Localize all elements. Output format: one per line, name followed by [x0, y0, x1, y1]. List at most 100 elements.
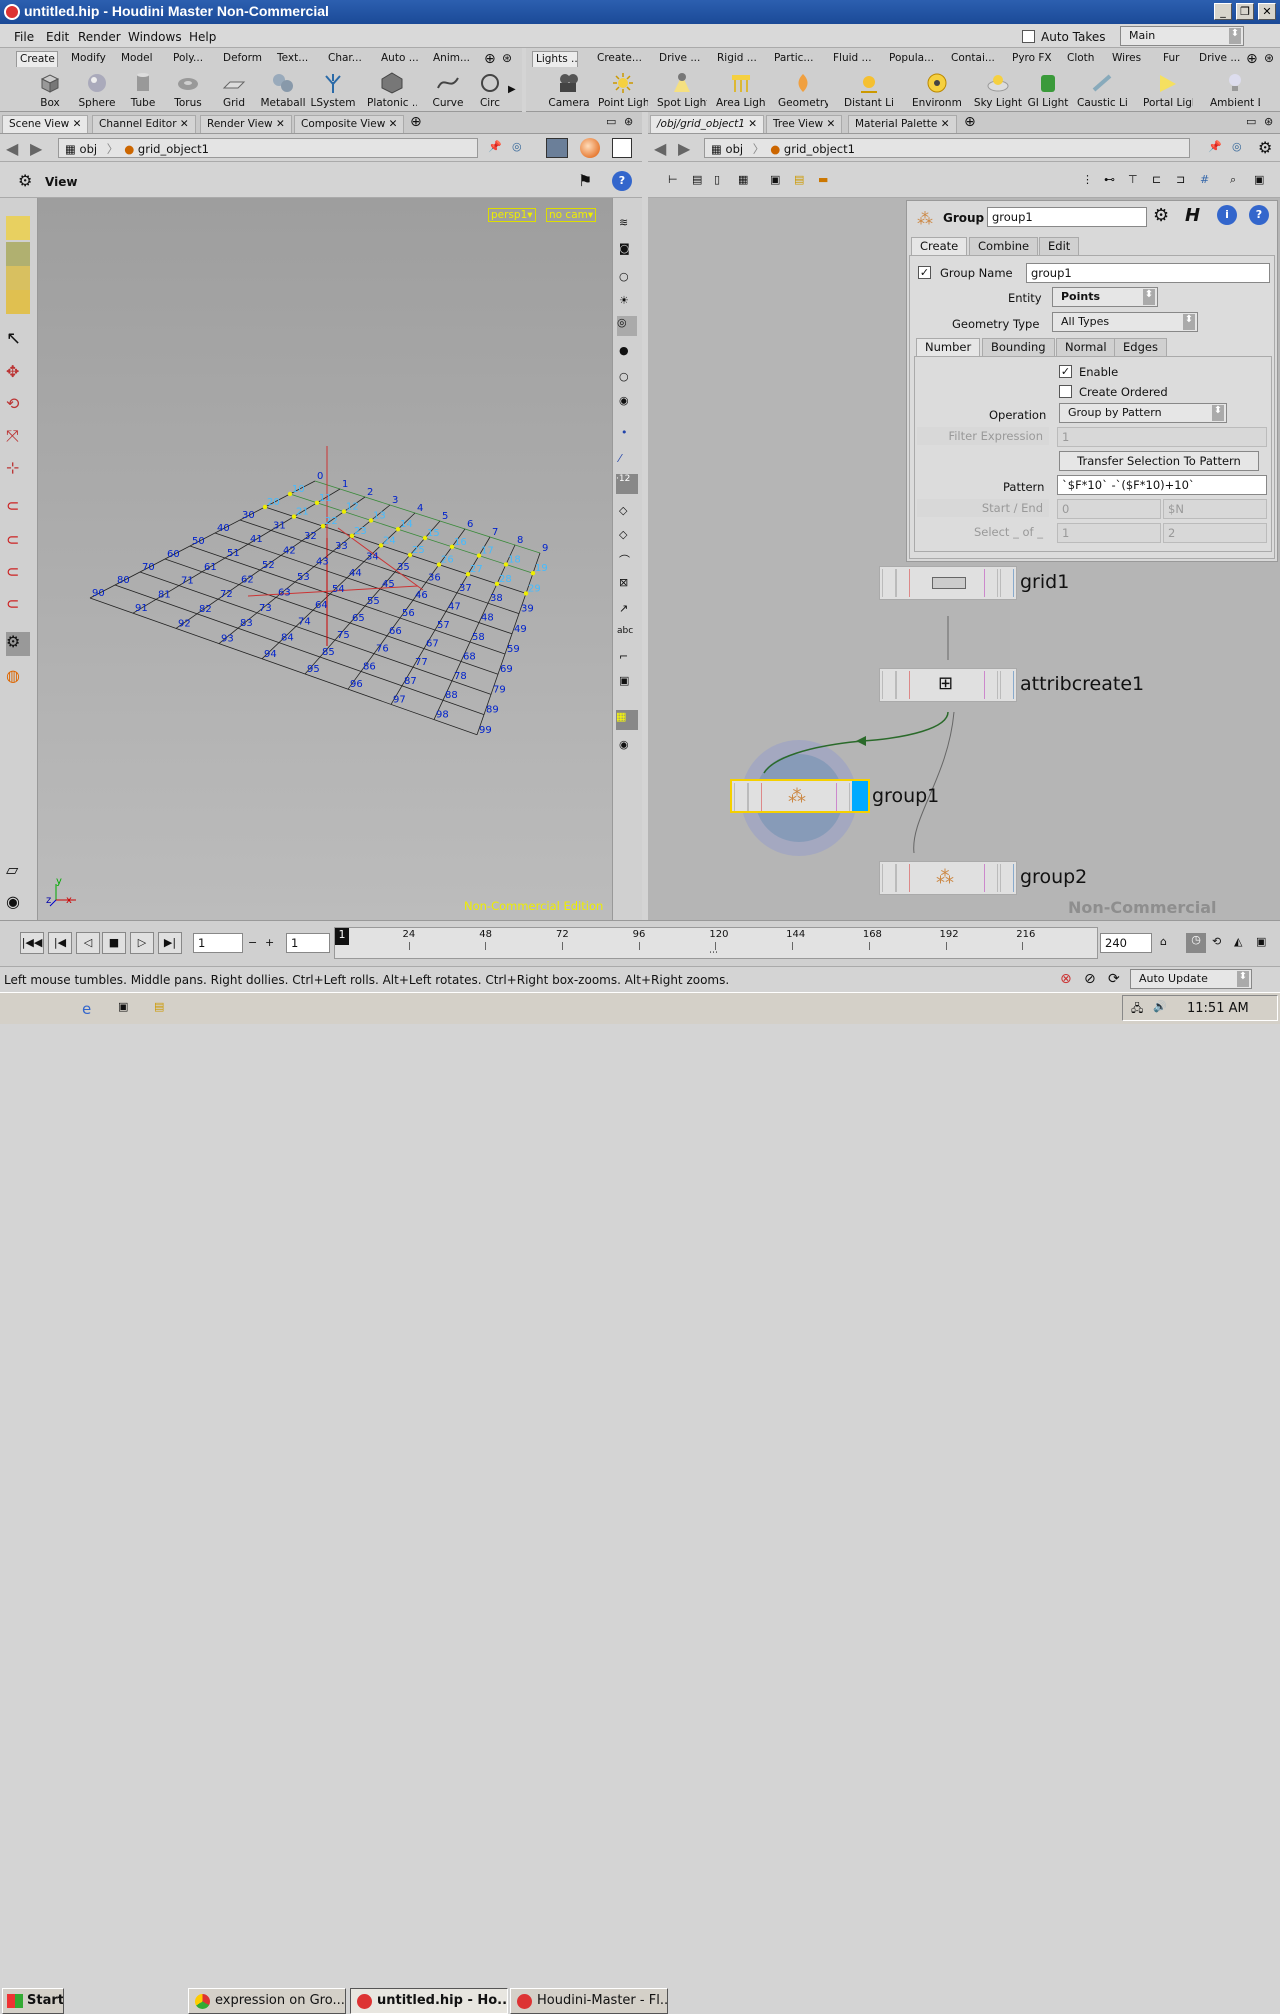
tab-edges[interactable]: Edges [1114, 338, 1167, 356]
forward-icon[interactable]: ▶ [678, 139, 690, 158]
tool-portal-light[interactable]: Portal Light [1143, 72, 1193, 109]
shelf-tab-fur[interactable]: Fur [1160, 51, 1186, 67]
volume-icon[interactable]: 🔊 [1153, 1000, 1167, 1013]
tool-grid[interactable]: Grid [209, 72, 259, 109]
magnet-tool-3-icon[interactable]: ⊂ [6, 562, 30, 586]
tool-distant-light[interactable]: Distant Li... [844, 72, 894, 109]
close-button[interactable]: ✕ [1258, 3, 1276, 20]
error-icon[interactable]: ⊗ [1060, 971, 1072, 987]
page-icon[interactable]: ▯ [714, 173, 720, 186]
display-flag-active[interactable] [852, 781, 868, 811]
stop-button[interactable]: ■ [102, 932, 126, 954]
display-flag[interactable] [1000, 864, 1014, 892]
magnet-tool-1-icon[interactable]: ⊂ [6, 496, 30, 520]
display-image-icon[interactable]: ▣ [619, 674, 629, 687]
back-icon[interactable]: ◀ [6, 139, 18, 158]
pin-icon[interactable]: 📌 [488, 140, 502, 153]
pane-menu-icon[interactable]: ⊛ [1264, 115, 1273, 128]
houdini-h-icon[interactable]: H [1185, 205, 1200, 226]
viewport[interactable]: 0 1 2 3 4 5 6 7 8 9 10 11 12 13 14 15 16 17 18 19 20 21 22 23 24… [38, 198, 612, 920]
transfer-selection-button[interactable]: Transfer Selection To Pattern [1059, 451, 1259, 471]
display-eye2-icon[interactable]: ◉ [619, 738, 629, 751]
audio-icon[interactable]: ⌂ [1160, 935, 1167, 948]
add-tab-icon[interactable]: ⊕ [964, 114, 976, 130]
tool-point-light[interactable]: Point Light [598, 72, 648, 109]
display-points-icon[interactable]: • [621, 426, 628, 439]
tool-ambient-light[interactable]: Ambient L... [1210, 72, 1260, 109]
add-shelf-icon[interactable]: ⊕ [484, 51, 496, 67]
shelf-tab-rigid[interactable]: Rigid ... [714, 51, 758, 67]
template-flag[interactable] [984, 864, 998, 892]
tool-curve[interactable]: Curve [423, 72, 473, 109]
folder-quicklaunch-icon[interactable]: ▤ [154, 1000, 164, 1013]
shelf-menu-icon[interactable]: ⊛ [1264, 51, 1274, 65]
menu-help[interactable]: Help [189, 30, 216, 44]
menu-file[interactable]: File [14, 30, 34, 44]
network-editor[interactable]: ⁂ Group group1 ⚙ H i ? Create Combine Ed… [648, 198, 1280, 936]
tab-scene-view[interactable]: Scene View ✕ [2, 115, 89, 133]
maximize-button[interactable]: ❐ [1236, 3, 1254, 20]
add-shelf-icon[interactable]: ⊕ [1246, 51, 1258, 67]
thumbnail-icon[interactable]: ▦ [738, 173, 748, 186]
display-grid-icon[interactable]: ▦ [616, 710, 638, 730]
display-sphere-icon[interactable]: ● [619, 344, 629, 357]
tool-platonic[interactable]: Platonic ... [367, 72, 417, 109]
realtime-icon[interactable]: ◷ [1186, 933, 1206, 953]
pattern-field[interactable]: `$F*10` -`($F*10)+10` [1057, 475, 1267, 495]
pane-menu-icon[interactable]: ⊛ [624, 115, 633, 128]
magnet-tool-2-icon[interactable]: ⊂ [6, 530, 30, 554]
tool-caustic-light[interactable]: Caustic Li... [1077, 72, 1127, 109]
entity-select[interactable]: Points [1052, 287, 1158, 307]
tab-network-view[interactable]: /obj/grid_object1 ✕ [650, 115, 765, 133]
menu-render[interactable]: Render [78, 30, 121, 44]
taskbar-item-chrome[interactable]: expression on Gro... [188, 1988, 346, 2014]
sound-icon[interactable]: ◭ [1234, 935, 1242, 948]
display-prim2-icon[interactable]: ◇ [619, 528, 627, 541]
shelf-tab-partic[interactable]: Partic... [771, 51, 815, 67]
desktop-select[interactable]: Main [1120, 26, 1244, 46]
network-icon[interactable]: 🖧 [1131, 1000, 1143, 1019]
display-circle-icon[interactable]: ○ [619, 270, 629, 283]
start-button[interactable]: Start [2, 1988, 64, 2014]
lock-flag[interactable] [896, 864, 910, 892]
lock-flag[interactable] [896, 671, 910, 699]
display-camera-icon[interactable]: ◙ [619, 242, 630, 255]
end-field[interactable]: $N [1163, 499, 1267, 519]
grid-snap-icon[interactable]: # [1200, 173, 1209, 186]
tool-environment-light[interactable]: Environm... [912, 72, 962, 109]
shading-ball-icon[interactable] [580, 138, 600, 158]
template-flag[interactable] [984, 671, 998, 699]
viewport-cube-icon[interactable] [546, 138, 568, 158]
step-back-button[interactable]: |◀ [48, 932, 72, 954]
display-point-numbers-icon[interactable]: ·12 [616, 474, 638, 494]
tab-edit[interactable]: Edit [1039, 237, 1080, 255]
magnet-tool-4-icon[interactable]: ⊂ [6, 594, 30, 618]
tab-composite-view[interactable]: Composite View ✕ [294, 115, 405, 133]
tool-circle[interactable]: Circ [468, 72, 512, 109]
desktop-quicklaunch-icon[interactable]: ▣ [118, 1000, 128, 1013]
display-light-icon[interactable]: ☀ [619, 294, 629, 307]
template-flag[interactable] [836, 783, 850, 811]
select-tool-icon[interactable] [6, 216, 30, 240]
handle-tool-icon[interactable]: ⊹ [6, 458, 30, 482]
auto-takes-checkbox[interactable] [1022, 30, 1035, 43]
tool-gi-light[interactable]: GI Light [1023, 72, 1073, 109]
display-text-icon[interactable]: abc [617, 626, 633, 636]
arrow-tool-icon[interactable]: ↖ [6, 328, 30, 352]
shelf-tab-lights[interactable]: Lights ... [532, 51, 578, 67]
shelf-tab-deform[interactable]: Deform [220, 51, 264, 67]
select-field-2[interactable]: 2 [1163, 523, 1267, 543]
shelf-tab-create[interactable]: Create [16, 51, 58, 67]
camera-tool-icon[interactable]: ◉ [6, 892, 30, 916]
tree-icon[interactable]: ⊢ [668, 173, 678, 186]
display-sphere2-icon[interactable]: ○ [619, 370, 629, 383]
timeline-track[interactable]: 1 24 48 72 96 120 144 168 192 216 ⋯ [334, 927, 1098, 959]
loop-icon[interactable]: ⟲ [1212, 935, 1221, 948]
refresh-icon[interactable]: ⟳ [1108, 971, 1120, 987]
rotate-tool-icon[interactable]: ⟲ [6, 394, 30, 418]
display-bbox-icon[interactable]: ⊠ [619, 576, 628, 589]
tab-number[interactable]: Number [916, 338, 981, 356]
tool-lsystem[interactable]: LSystem [308, 72, 358, 109]
tab-bounding[interactable]: Bounding [982, 338, 1055, 356]
frame-step-field[interactable]: 1 [286, 933, 330, 953]
